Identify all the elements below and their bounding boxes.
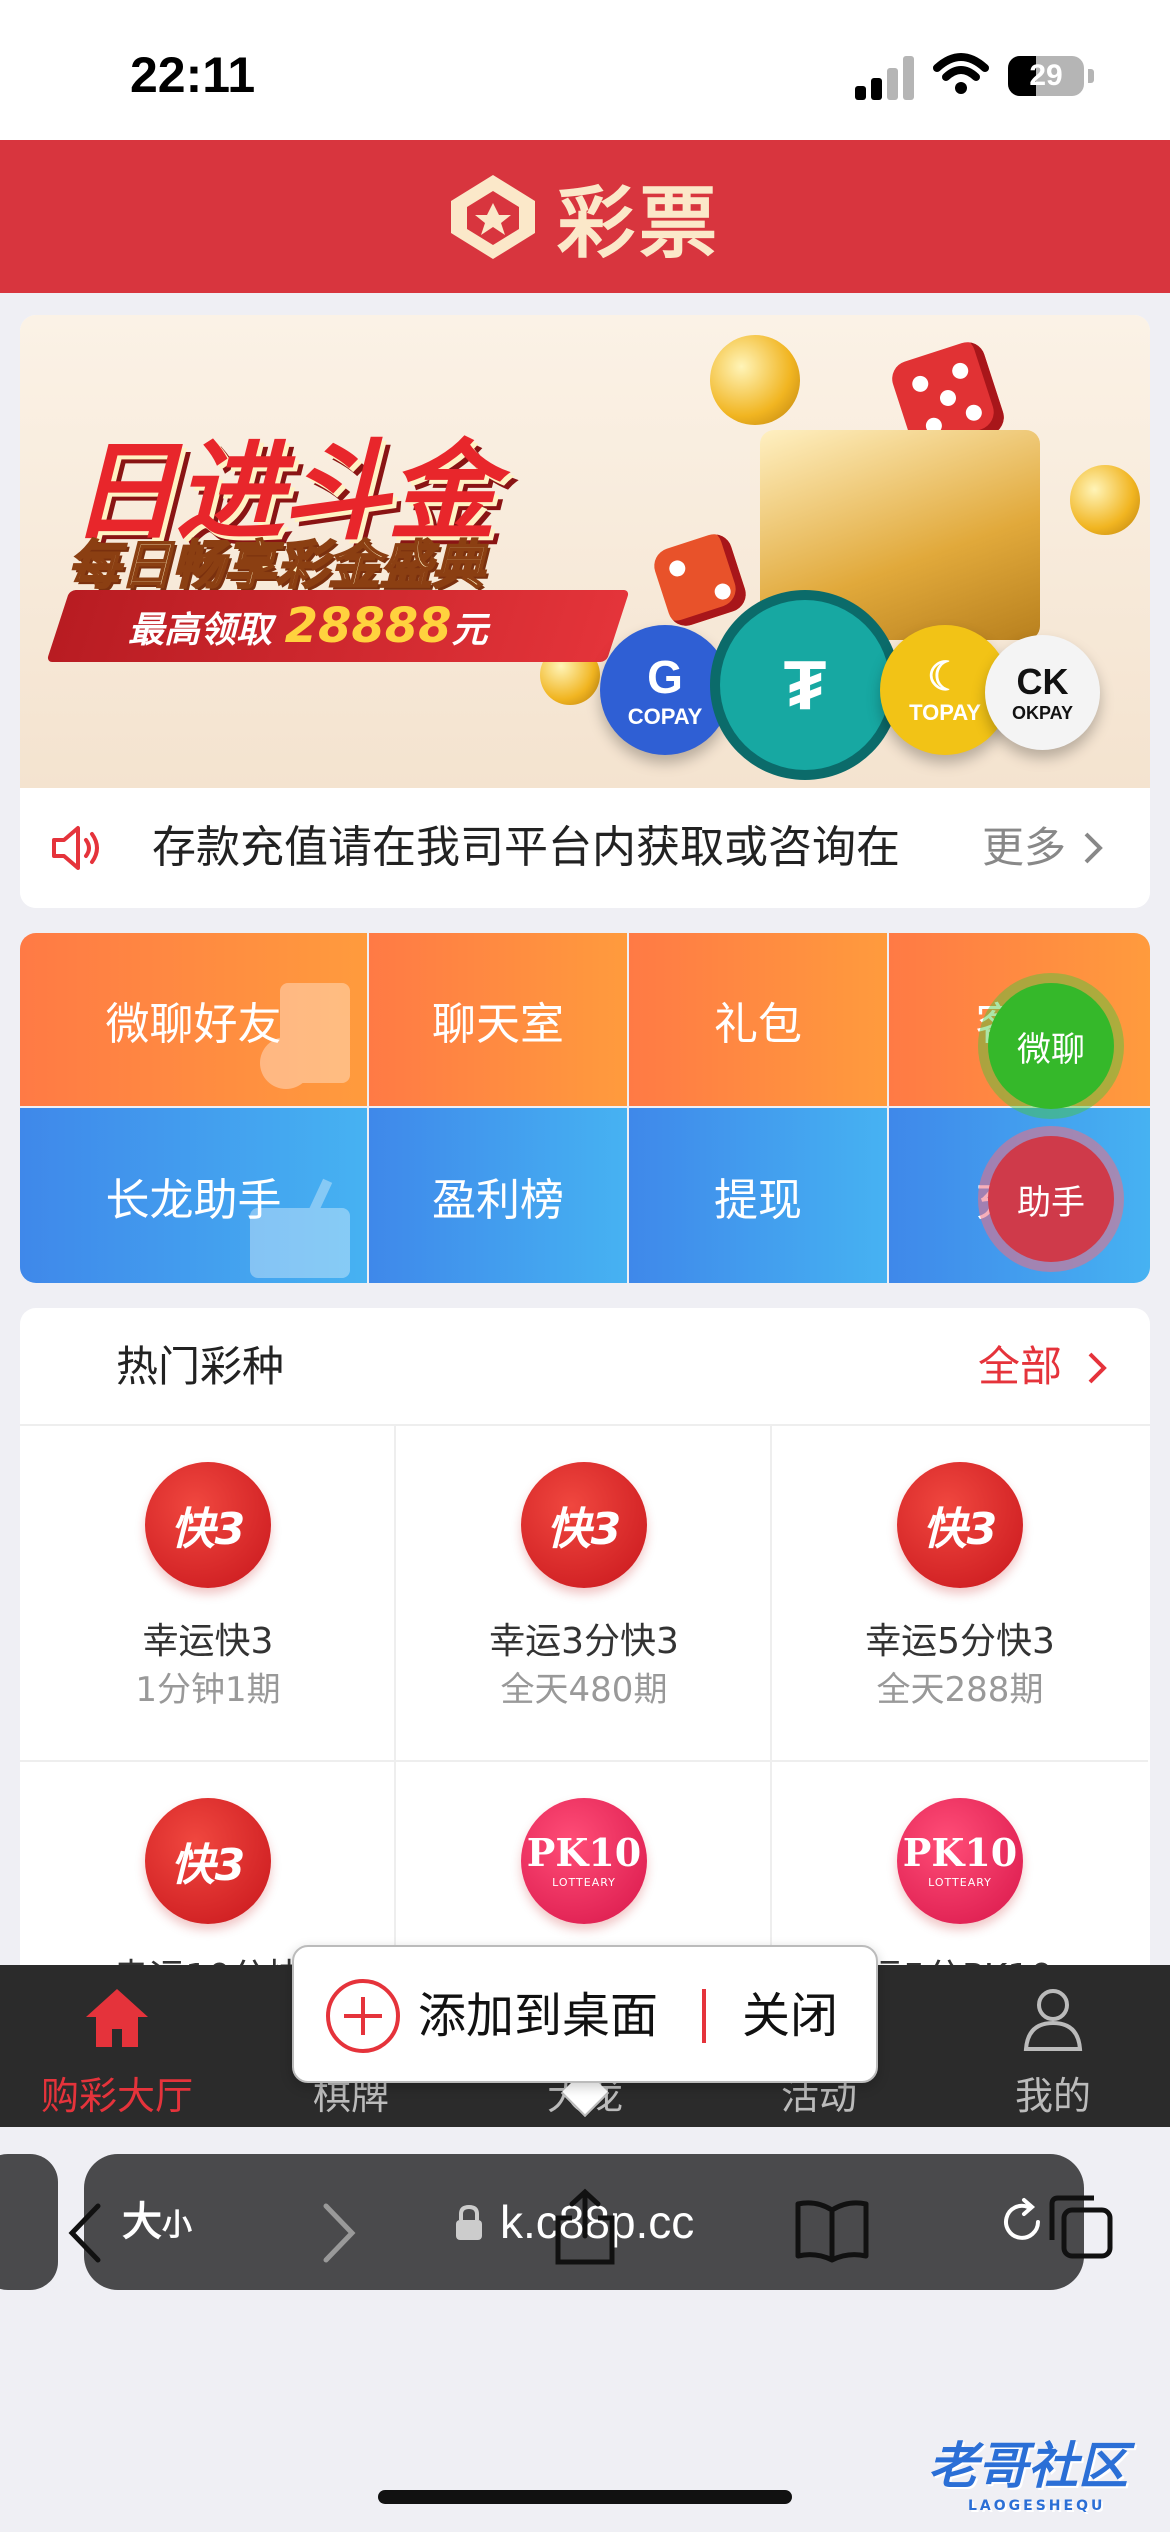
notice-bar[interactable]: 存款充值请在我司平台内获取或咨询在 更多 bbox=[20, 788, 1150, 908]
k3-icon: 快3 bbox=[521, 1462, 647, 1588]
promo-ribbon: 最高领取 28888元 bbox=[128, 598, 488, 654]
floating-assistant-button[interactable]: 助手 bbox=[988, 1136, 1114, 1262]
app-header: 彩票 bbox=[0, 140, 1170, 293]
chevron-right-icon bbox=[1088, 1352, 1107, 1384]
section-title: 热门彩种 bbox=[116, 1342, 285, 1391]
feature-label: 提现 bbox=[714, 1174, 802, 1226]
share-icon[interactable] bbox=[550, 2186, 620, 2266]
plus-circle-icon bbox=[326, 1979, 400, 2053]
tab-lottery-hall[interactable]: 购彩大厅 bbox=[0, 1965, 234, 2127]
battery-icon: 29 bbox=[1008, 56, 1084, 96]
watermark-logo: 老哥社区 LAOGESHEQU bbox=[928, 2437, 1128, 2514]
text-size-button[interactable]: 大小 bbox=[122, 2154, 192, 2294]
app-logo: 彩票 bbox=[445, 162, 721, 272]
feature-grid: 微聊好友 聊天室 礼包 客服 长龙助手 盈利榜 提现 充值 bbox=[20, 933, 1150, 1283]
home-indicator bbox=[378, 2490, 792, 2504]
lottery-item-lucky-k3[interactable]: 快3 幸运快3 1分钟1期 bbox=[20, 1426, 396, 1762]
screen: 22:11 29 彩票 日进斗金 每日畅享彩金盛典 最高领取 28888元 G … bbox=[0, 0, 1170, 2532]
feature-label: 聊天室 bbox=[432, 998, 564, 1050]
lottery-name: 幸运快3 bbox=[142, 1621, 274, 1662]
pk10-icon: PK10 LOTTEARY bbox=[897, 1798, 1023, 1924]
feature-gift[interactable]: 礼包 bbox=[629, 933, 887, 1106]
notice-text: 存款充值请在我司平台内获取或咨询在 bbox=[152, 822, 900, 873]
lottery-item-lucky-5min-k3[interactable]: 快3 幸运5分快3 全天288期 bbox=[772, 1426, 1148, 1762]
lottery-name: 幸运3分快3 bbox=[489, 1621, 679, 1662]
lottery-name: 幸运5分快3 bbox=[865, 1621, 1055, 1662]
k3-icon: 快3 bbox=[145, 1462, 271, 1588]
hot-lottery-section: 热门彩种 全部 快3 幸运快3 1分钟1期 快3 幸运3分快3 全天480期 快… bbox=[20, 1308, 1150, 2008]
feature-long-dragon-assistant[interactable]: 长龙助手 bbox=[20, 1108, 367, 1283]
lock-icon bbox=[456, 2204, 482, 2240]
view-all-link[interactable]: 全部 bbox=[978, 1308, 1062, 1426]
copay-coin-icon: G COPAY bbox=[600, 625, 730, 755]
back-icon[interactable] bbox=[60, 2198, 110, 2268]
previous-tab-handle[interactable] bbox=[0, 2154, 58, 2290]
feature-profit-ranking[interactable]: 盈利榜 bbox=[369, 1108, 627, 1283]
status-bar: 22:11 29 bbox=[0, 0, 1170, 140]
user-icon bbox=[1023, 1989, 1083, 2051]
feature-withdraw[interactable]: 提现 bbox=[629, 1108, 887, 1283]
lottery-logo-icon bbox=[451, 175, 535, 259]
chevron-right-icon bbox=[1084, 832, 1103, 864]
tether-coin-icon: ₮ bbox=[720, 600, 890, 770]
feature-chatroom[interactable]: 聊天室 bbox=[369, 933, 627, 1106]
tab-label: 我的 bbox=[1014, 2074, 1091, 2118]
k3-icon: 快3 bbox=[897, 1462, 1023, 1588]
speaker-icon bbox=[52, 826, 99, 870]
home-icon bbox=[86, 1989, 148, 2047]
floating-chat-button[interactable]: 微聊 bbox=[988, 983, 1114, 1109]
notice-more-link[interactable]: 更多 bbox=[982, 788, 1066, 908]
cellular-signal-icon bbox=[855, 56, 915, 100]
tab-mine[interactable]: 我的 bbox=[936, 1965, 1170, 2127]
feature-label: 礼包 bbox=[714, 998, 802, 1050]
k3-icon: 快3 bbox=[145, 1798, 271, 1924]
promo-card: 日进斗金 每日畅享彩金盛典 最高领取 28888元 G COPAY ₮ ☾ TOPA… bbox=[20, 315, 1150, 908]
status-time: 22:11 bbox=[130, 47, 256, 103]
feature-label: 盈利榜 bbox=[432, 1174, 564, 1226]
feature-wechat-friends[interactable]: 微聊好友 bbox=[20, 933, 367, 1106]
reload-icon[interactable] bbox=[994, 2194, 1050, 2250]
lottery-schedule: 全天288期 bbox=[876, 1670, 1044, 1710]
okpay-coin-icon: CK OKPAY bbox=[985, 635, 1100, 750]
add-to-home-button[interactable]: 添加到桌面 bbox=[418, 1947, 658, 2085]
page-title: 彩票 bbox=[557, 179, 722, 269]
battery-level: 29 bbox=[1029, 59, 1063, 92]
tab-label: 购彩大厅 bbox=[40, 2074, 193, 2118]
tabs-icon[interactable] bbox=[1044, 2190, 1116, 2262]
bookmarks-icon[interactable] bbox=[794, 2198, 870, 2264]
wifi-icon bbox=[933, 53, 989, 94]
hot-lottery-header: 热门彩种 全部 bbox=[20, 1308, 1150, 1426]
pk10-icon: PK10 LOTTEARY bbox=[521, 1798, 647, 1924]
promo-subline: 每日畅享彩金盛典 bbox=[67, 535, 485, 597]
lottery-schedule: 1分钟1期 bbox=[135, 1670, 281, 1710]
lottery-schedule: 全天480期 bbox=[500, 1670, 668, 1710]
promo-banner[interactable]: 日进斗金 每日畅享彩金盛典 最高领取 28888元 G COPAY ₮ ☾ TOPA… bbox=[20, 315, 1150, 788]
lottery-item-lucky-3min-k3[interactable]: 快3 幸运3分快3 全天480期 bbox=[396, 1426, 772, 1762]
add-to-home-popup: 添加到桌面 关闭 bbox=[292, 1945, 878, 2083]
forward-icon[interactable] bbox=[314, 2198, 364, 2268]
close-popup-button[interactable]: 关闭 bbox=[742, 1947, 838, 2085]
